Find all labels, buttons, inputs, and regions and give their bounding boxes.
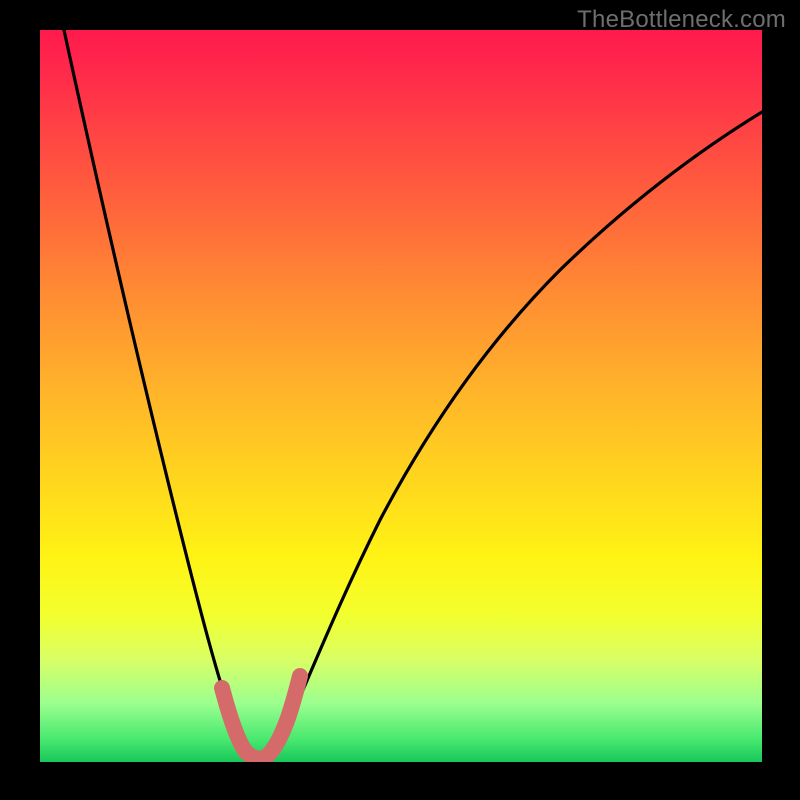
bottleneck-curve <box>40 30 762 762</box>
curve-path <box>64 30 762 759</box>
plot-area <box>40 30 762 762</box>
chart-frame: TheBottleneck.com <box>0 0 800 800</box>
optimal-range-highlight <box>222 676 300 759</box>
